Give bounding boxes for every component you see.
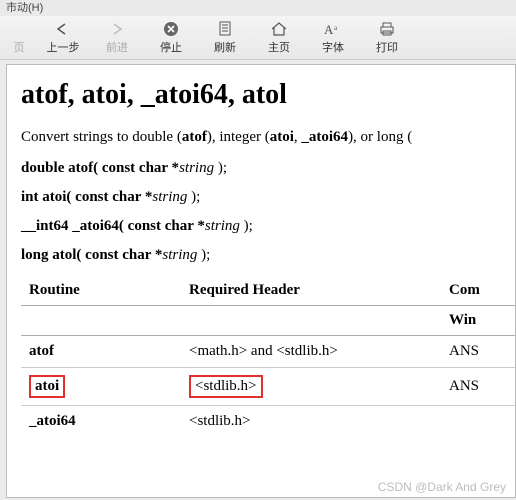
home-label: 主页 — [268, 39, 290, 55]
tab-page[interactable]: 页 — [2, 17, 36, 59]
svg-text:a: a — [334, 24, 338, 32]
arrow-right-icon — [108, 20, 126, 38]
highlight-box: <stdlib.h> — [189, 375, 263, 398]
desc-atoi: atoi — [270, 129, 294, 145]
watermark: CSDN @Dark And Grey — [378, 480, 506, 494]
refresh-label: 刷新 — [214, 39, 236, 55]
signature-atoi: int atoi( const char *string ); — [21, 189, 501, 206]
print-icon — [378, 20, 396, 38]
stop-label: 停止 — [160, 39, 182, 55]
cell-header: <stdlib.h> — [181, 406, 441, 438]
stop-icon — [163, 20, 179, 38]
cell-routine: atof — [21, 336, 181, 368]
back-label: 上一步 — [47, 39, 80, 55]
cell-header: <math.h> and <stdlib.h> — [181, 336, 441, 368]
cell-header: <stdlib.h> — [181, 368, 441, 406]
table-row: atoi <stdlib.h> ANS — [21, 368, 516, 406]
sig-text: ); — [240, 218, 253, 234]
sig-text: double atof( const char * — [21, 160, 179, 176]
cell-compat: ANS — [441, 368, 516, 406]
sig-param: string — [162, 247, 197, 263]
cell-routine: atoi — [21, 368, 181, 406]
sig-param: string — [179, 160, 214, 176]
desc-text: ), integer ( — [207, 129, 270, 145]
font-icon: Aa — [323, 20, 343, 38]
home-button[interactable]: 主页 — [252, 17, 306, 59]
print-label: 打印 — [376, 39, 398, 55]
desc-atoi64: _atoi64 — [301, 129, 348, 145]
document-viewport: atof, atoi, _atoi64, atol Convert string… — [6, 64, 516, 498]
th-header: Required Header — [181, 276, 441, 306]
sig-param: string — [152, 189, 187, 205]
th-empty — [21, 306, 181, 336]
desc-atof: atof — [182, 129, 207, 145]
requirements-table: Routine Required Header Com Win atof <ma… — [21, 276, 516, 437]
print-button[interactable]: 打印 — [360, 17, 414, 59]
tab-page-label: 页 — [14, 39, 25, 55]
forward-button[interactable]: 前进 — [90, 17, 144, 59]
sig-text: ); — [197, 247, 210, 263]
th-compat: Com — [441, 276, 516, 306]
refresh-icon — [217, 20, 233, 38]
cell-routine: _atoi64 — [21, 406, 181, 438]
svg-text:A: A — [324, 22, 334, 37]
th-routine: Routine — [21, 276, 181, 306]
sig-text: long atol( const char * — [21, 247, 162, 263]
cell-compat: ANS — [441, 336, 516, 368]
table-row: _atoi64 <stdlib.h> — [21, 406, 516, 438]
sig-text: __int64 _atoi64( const char * — [21, 218, 205, 234]
menubar-fragment: 市动(H) — [0, 0, 516, 16]
sig-text: int atoi( const char * — [21, 189, 152, 205]
signature-atol: long atol( const char *string ); — [21, 247, 501, 264]
sig-param: string — [205, 218, 240, 234]
highlight-box: atoi — [29, 375, 65, 398]
stop-button[interactable]: 停止 — [144, 17, 198, 59]
table-row: atof <math.h> and <stdlib.h> ANS — [21, 336, 516, 368]
table-subheader-row: Win — [21, 306, 516, 336]
table-header-row: Routine Required Header Com — [21, 276, 516, 306]
back-button[interactable]: 上一步 — [36, 17, 90, 59]
font-button[interactable]: Aa 字体 — [306, 17, 360, 59]
desc-text: ), or long ( — [348, 129, 412, 145]
arrow-left-icon — [54, 20, 72, 38]
signature-atoi64: __int64 _atoi64( const char *string ); — [21, 218, 501, 235]
th-compat-sub: Win — [441, 306, 516, 336]
sig-text: ); — [214, 160, 227, 176]
forward-label: 前进 — [106, 39, 128, 55]
description: Convert strings to double (atof), intege… — [21, 129, 501, 146]
signature-atof: double atof( const char *string ); — [21, 160, 501, 177]
refresh-button[interactable]: 刷新 — [198, 17, 252, 59]
th-empty — [181, 306, 441, 336]
desc-text: Convert strings to double ( — [21, 129, 182, 145]
home-icon — [270, 20, 288, 38]
cell-compat — [441, 406, 516, 438]
font-label: 字体 — [322, 39, 344, 55]
sig-text: ); — [187, 189, 200, 205]
page-title: atof, atoi, _atoi64, atol — [21, 79, 501, 111]
toolbar: 页 上一步 前进 停止 刷新 主页 Aa 字体 — [0, 16, 516, 60]
